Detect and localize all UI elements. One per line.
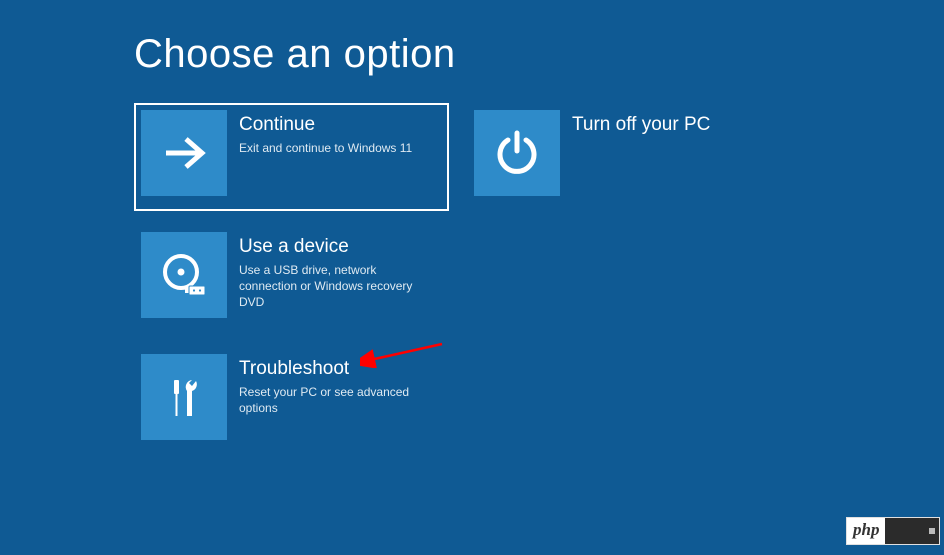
disc-usb-icon xyxy=(141,232,227,318)
watermark-text: php xyxy=(847,520,885,542)
page-title: Choose an option xyxy=(134,32,944,77)
option-poweroff[interactable]: Turn off your PC xyxy=(467,103,782,211)
option-continue-desc: Exit and continue to Windows 11 xyxy=(239,140,436,156)
option-device[interactable]: Use a device Use a USB drive, network co… xyxy=(134,225,449,333)
power-icon xyxy=(474,110,560,196)
option-continue-title: Continue xyxy=(239,114,436,137)
arrow-right-icon xyxy=(141,110,227,196)
option-device-title: Use a device xyxy=(239,236,436,259)
option-poweroff-title: Turn off your PC xyxy=(572,114,769,137)
option-device-desc: Use a USB drive, network connection or W… xyxy=(239,262,436,311)
option-continue[interactable]: Continue Exit and continue to Windows 11 xyxy=(134,103,449,211)
option-troubleshoot[interactable]: Troubleshoot Reset your PC or see advanc… xyxy=(134,347,449,455)
options-grid: Continue Exit and continue to Windows 11… xyxy=(134,103,944,469)
option-troubleshoot-desc: Reset your PC or see advanced options xyxy=(239,384,436,416)
watermark: php xyxy=(846,517,940,545)
option-troubleshoot-title: Troubleshoot xyxy=(239,358,436,381)
tools-icon xyxy=(141,354,227,440)
